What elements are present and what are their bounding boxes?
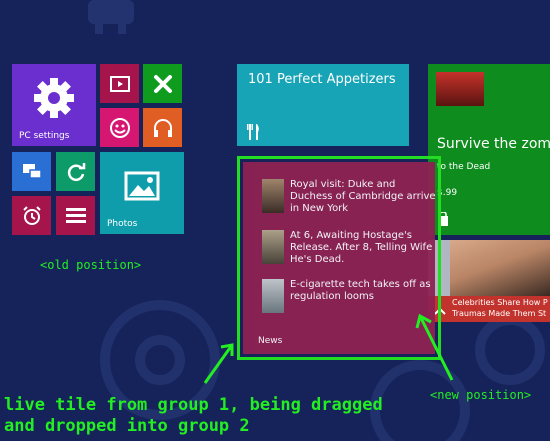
photos-label: Photos	[107, 219, 138, 229]
smiley-icon	[109, 117, 130, 138]
messaging-tile[interactable]	[12, 152, 51, 191]
game-subtitle: to the Dead	[437, 162, 491, 172]
headphones-icon	[153, 118, 172, 137]
news-tile-body: Royal visit: Duke and Duchess of Cambrid…	[243, 162, 436, 354]
people-tile[interactable]	[100, 108, 139, 147]
reading-list-tile[interactable]	[56, 196, 95, 235]
news-tile-dragging[interactable]: Royal visit: Duke and Duchess of Cambrid…	[237, 156, 441, 360]
old-position-annotation: <old position>	[40, 258, 142, 272]
celebrity-headline-line1: Celebrities Share How P	[452, 298, 548, 307]
xbox-icon	[153, 74, 172, 93]
news-thumb	[262, 279, 284, 313]
game-tile[interactable]: Survive the zomb to the Dead $.99	[428, 64, 550, 235]
chat-icon	[22, 163, 42, 179]
video-tile[interactable]	[100, 64, 139, 103]
photo-icon	[124, 171, 160, 201]
pc-settings-tile[interactable]: PC settings	[12, 64, 96, 146]
photos-tile[interactable]: Photos	[100, 152, 184, 234]
celebrity-caption-bar: Celebrities Share How P Traumas Made The…	[428, 296, 550, 322]
alarms-tile[interactable]	[12, 196, 51, 235]
celebrity-photo	[450, 240, 550, 296]
sync-tile[interactable]	[56, 152, 95, 191]
drag-caption-line1: live tile from group 1, being dragged	[4, 395, 383, 415]
fork-knife-icon	[247, 124, 259, 140]
celebrity-headline-line2: Traumas Made Them St	[452, 309, 547, 318]
news-headline: Royal visit: Duke and Duchess of Cambrid…	[290, 179, 436, 214]
news-thumb	[262, 230, 284, 264]
game-artwork	[436, 72, 484, 106]
list-icon	[65, 207, 86, 223]
gear-icon	[34, 78, 74, 119]
news-item: Royal visit: Duke and Duchess of Cambrid…	[262, 179, 440, 215]
news-item: E-cigarette tech takes off as regulation…	[262, 279, 440, 313]
refresh-icon	[67, 162, 85, 181]
celebrity-news-tile[interactable]: Celebrities Share How P Traumas Made The…	[428, 240, 550, 322]
drag-caption-line2: and dropped into group 2	[4, 416, 250, 436]
drag-caption: live tile from group 1, being dragged an…	[4, 395, 383, 437]
news-headline: E-cigarette tech takes off as regulation…	[290, 279, 431, 302]
new-position-annotation: <new position>	[430, 388, 532, 402]
game-title: Survive the zomb	[437, 136, 550, 152]
xbox-games-tile[interactable]	[143, 64, 182, 103]
news-thumb	[262, 179, 284, 213]
alarm-clock-icon	[22, 205, 41, 225]
pc-settings-label: PC settings	[19, 131, 70, 141]
video-icon	[109, 75, 130, 92]
music-tile[interactable]	[143, 108, 182, 147]
news-item: At 6, Awaiting Hostage's Release. After …	[262, 230, 440, 266]
news-tile-label: News	[258, 336, 283, 346]
news-headline: At 6, Awaiting Hostage's Release. After …	[290, 230, 433, 265]
appetizers-title: 101 Perfect Appetizers	[248, 72, 396, 87]
appetizers-tile[interactable]: 101 Perfect Appetizers	[237, 64, 409, 146]
